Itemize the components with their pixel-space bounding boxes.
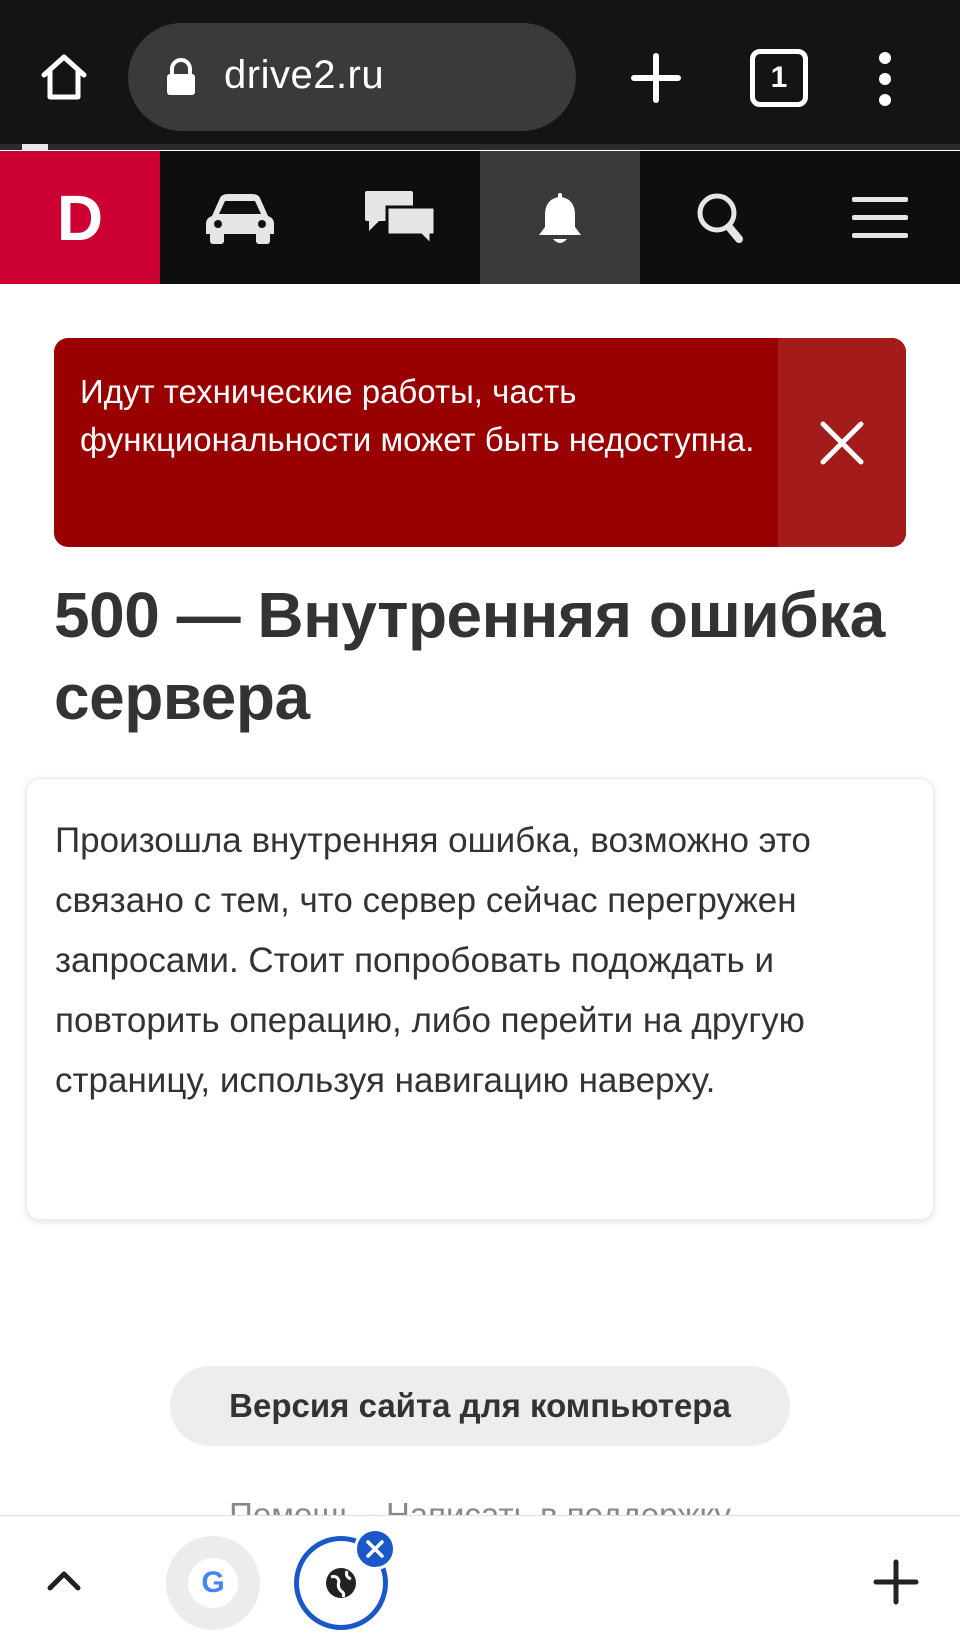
page-title: 500 — Внутренняя ошибка сервера (54, 579, 885, 733)
site-logo[interactable]: D (0, 151, 160, 284)
bottom-tab-bar: G (0, 1515, 960, 1645)
hamburger-menu-icon (852, 196, 908, 238)
add-tab-button[interactable] (872, 1558, 920, 1606)
google-icon: G (188, 1558, 238, 1608)
home-icon (41, 54, 87, 100)
maintenance-alert: Идут технические работы, часть функциона… (54, 338, 906, 547)
lock-icon (167, 58, 195, 95)
chevron-up-icon[interactable] (40, 1556, 88, 1604)
tab-switcher-button[interactable]: 1 (750, 49, 808, 107)
address-bar[interactable]: drive2.ru (128, 23, 576, 131)
chat-icon (365, 190, 437, 247)
desktop-version-button[interactable]: Версия сайта для компьютера (170, 1366, 790, 1446)
tab-count: 1 (770, 61, 788, 94)
alert-text: Идут технические работы, часть функциона… (80, 373, 755, 458)
error-message: Произошла внутренняя ошибка, возможно эт… (55, 821, 811, 1100)
page-load-progress-fill (22, 144, 48, 150)
close-icon (820, 421, 864, 464)
page: drive2.ru 1 D Идут технические работы, ч… (0, 0, 960, 1645)
bell-icon (539, 192, 581, 243)
alert-close-button[interactable] (778, 338, 906, 547)
tab-close-button[interactable] (354, 1528, 396, 1570)
new-tab-button[interactable] (628, 50, 684, 106)
url-text: drive2.ru (224, 53, 385, 97)
search-icon (697, 193, 743, 243)
site-logo-text: D (56, 181, 104, 254)
nav-cars[interactable] (160, 151, 320, 284)
tab-google[interactable]: G (166, 1536, 260, 1630)
browser-toolbar: drive2.ru 1 (0, 0, 960, 147)
desktop-version-label: Версия сайта для компьютера (229, 1387, 731, 1424)
google-letter: G (201, 1566, 225, 1599)
car-icon (206, 193, 274, 244)
nav-messages[interactable] (320, 151, 480, 284)
nav-menu[interactable] (800, 151, 960, 284)
close-icon (366, 1540, 384, 1558)
error-message-card: Произошла внутренняя ошибка, возможно эт… (26, 778, 934, 1220)
site-nav: D (0, 151, 960, 284)
globe-icon (326, 1568, 356, 1598)
browser-menu-button[interactable] (870, 50, 900, 108)
nav-notifications[interactable] (480, 151, 640, 284)
page-load-progress (0, 144, 960, 150)
home-button[interactable] (32, 45, 96, 109)
nav-search[interactable] (640, 151, 800, 284)
